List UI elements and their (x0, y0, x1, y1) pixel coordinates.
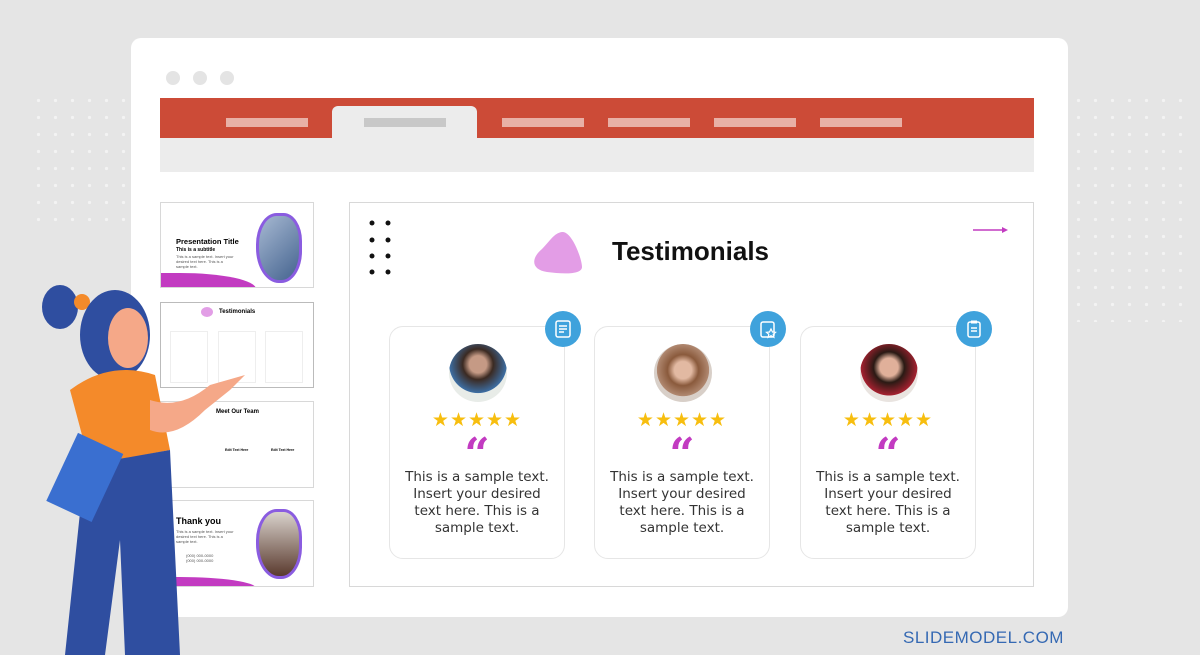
window-dot[interactable] (166, 71, 180, 85)
blob-shape (534, 231, 582, 274)
tab[interactable] (820, 118, 902, 127)
brand-watermark: SLIDEMODEL.COM (903, 628, 1064, 647)
presenter-illustration (42, 285, 245, 655)
thumb-subtitle: This is a subtitle (176, 247, 216, 253)
testimonial-card: ★★★★★ “ This is a sample text. Insert yo… (800, 311, 992, 559)
clipboard-star-icon (750, 311, 786, 347)
slide-canvas[interactable]: Testimonials ★★★★★ “ This is a sample te… (349, 202, 1034, 587)
avatar (449, 344, 507, 402)
slide-thumbnail-title[interactable]: Presentation Title This is a subtitle Th… (160, 202, 314, 288)
window-dot[interactable] (193, 71, 207, 85)
building-photo (256, 213, 302, 283)
window-dot[interactable] (220, 71, 234, 85)
testimonial-card: ★★★★★ “ This is a sample text. Insert yo… (389, 311, 581, 559)
testimonial-text: This is a sample text. Insert your desir… (405, 469, 549, 536)
avatar (860, 344, 918, 402)
testimonial-text: This is a sample text. Insert your desir… (610, 469, 754, 536)
thumb-body: This is a sample text. Insert your desir… (176, 254, 234, 269)
testimonial-text: This is a sample text. Insert your desir… (816, 469, 960, 536)
checklist-icon (545, 311, 581, 347)
thumb-member-label: Edit Text Here (271, 448, 295, 452)
arrow-right-icon (973, 227, 1008, 233)
testimonial-card: ★★★★★ “ This is a sample text. Insert yo… (594, 311, 786, 559)
clipboard-icon (956, 311, 992, 347)
tab[interactable] (714, 118, 796, 127)
tab[interactable] (226, 118, 308, 127)
toolbar-ribbon (160, 138, 1034, 172)
tab-active[interactable] (332, 106, 477, 139)
tab[interactable] (502, 118, 584, 127)
tab[interactable] (608, 118, 690, 127)
dot-pattern-left (30, 92, 130, 222)
dots-decoration (369, 220, 391, 275)
slide-title: Testimonials (612, 236, 770, 266)
woman-laptop-photo (256, 509, 302, 579)
thumb-title: Presentation Title (176, 237, 239, 246)
avatar (654, 344, 712, 402)
dot-pattern-right (1070, 92, 1190, 322)
